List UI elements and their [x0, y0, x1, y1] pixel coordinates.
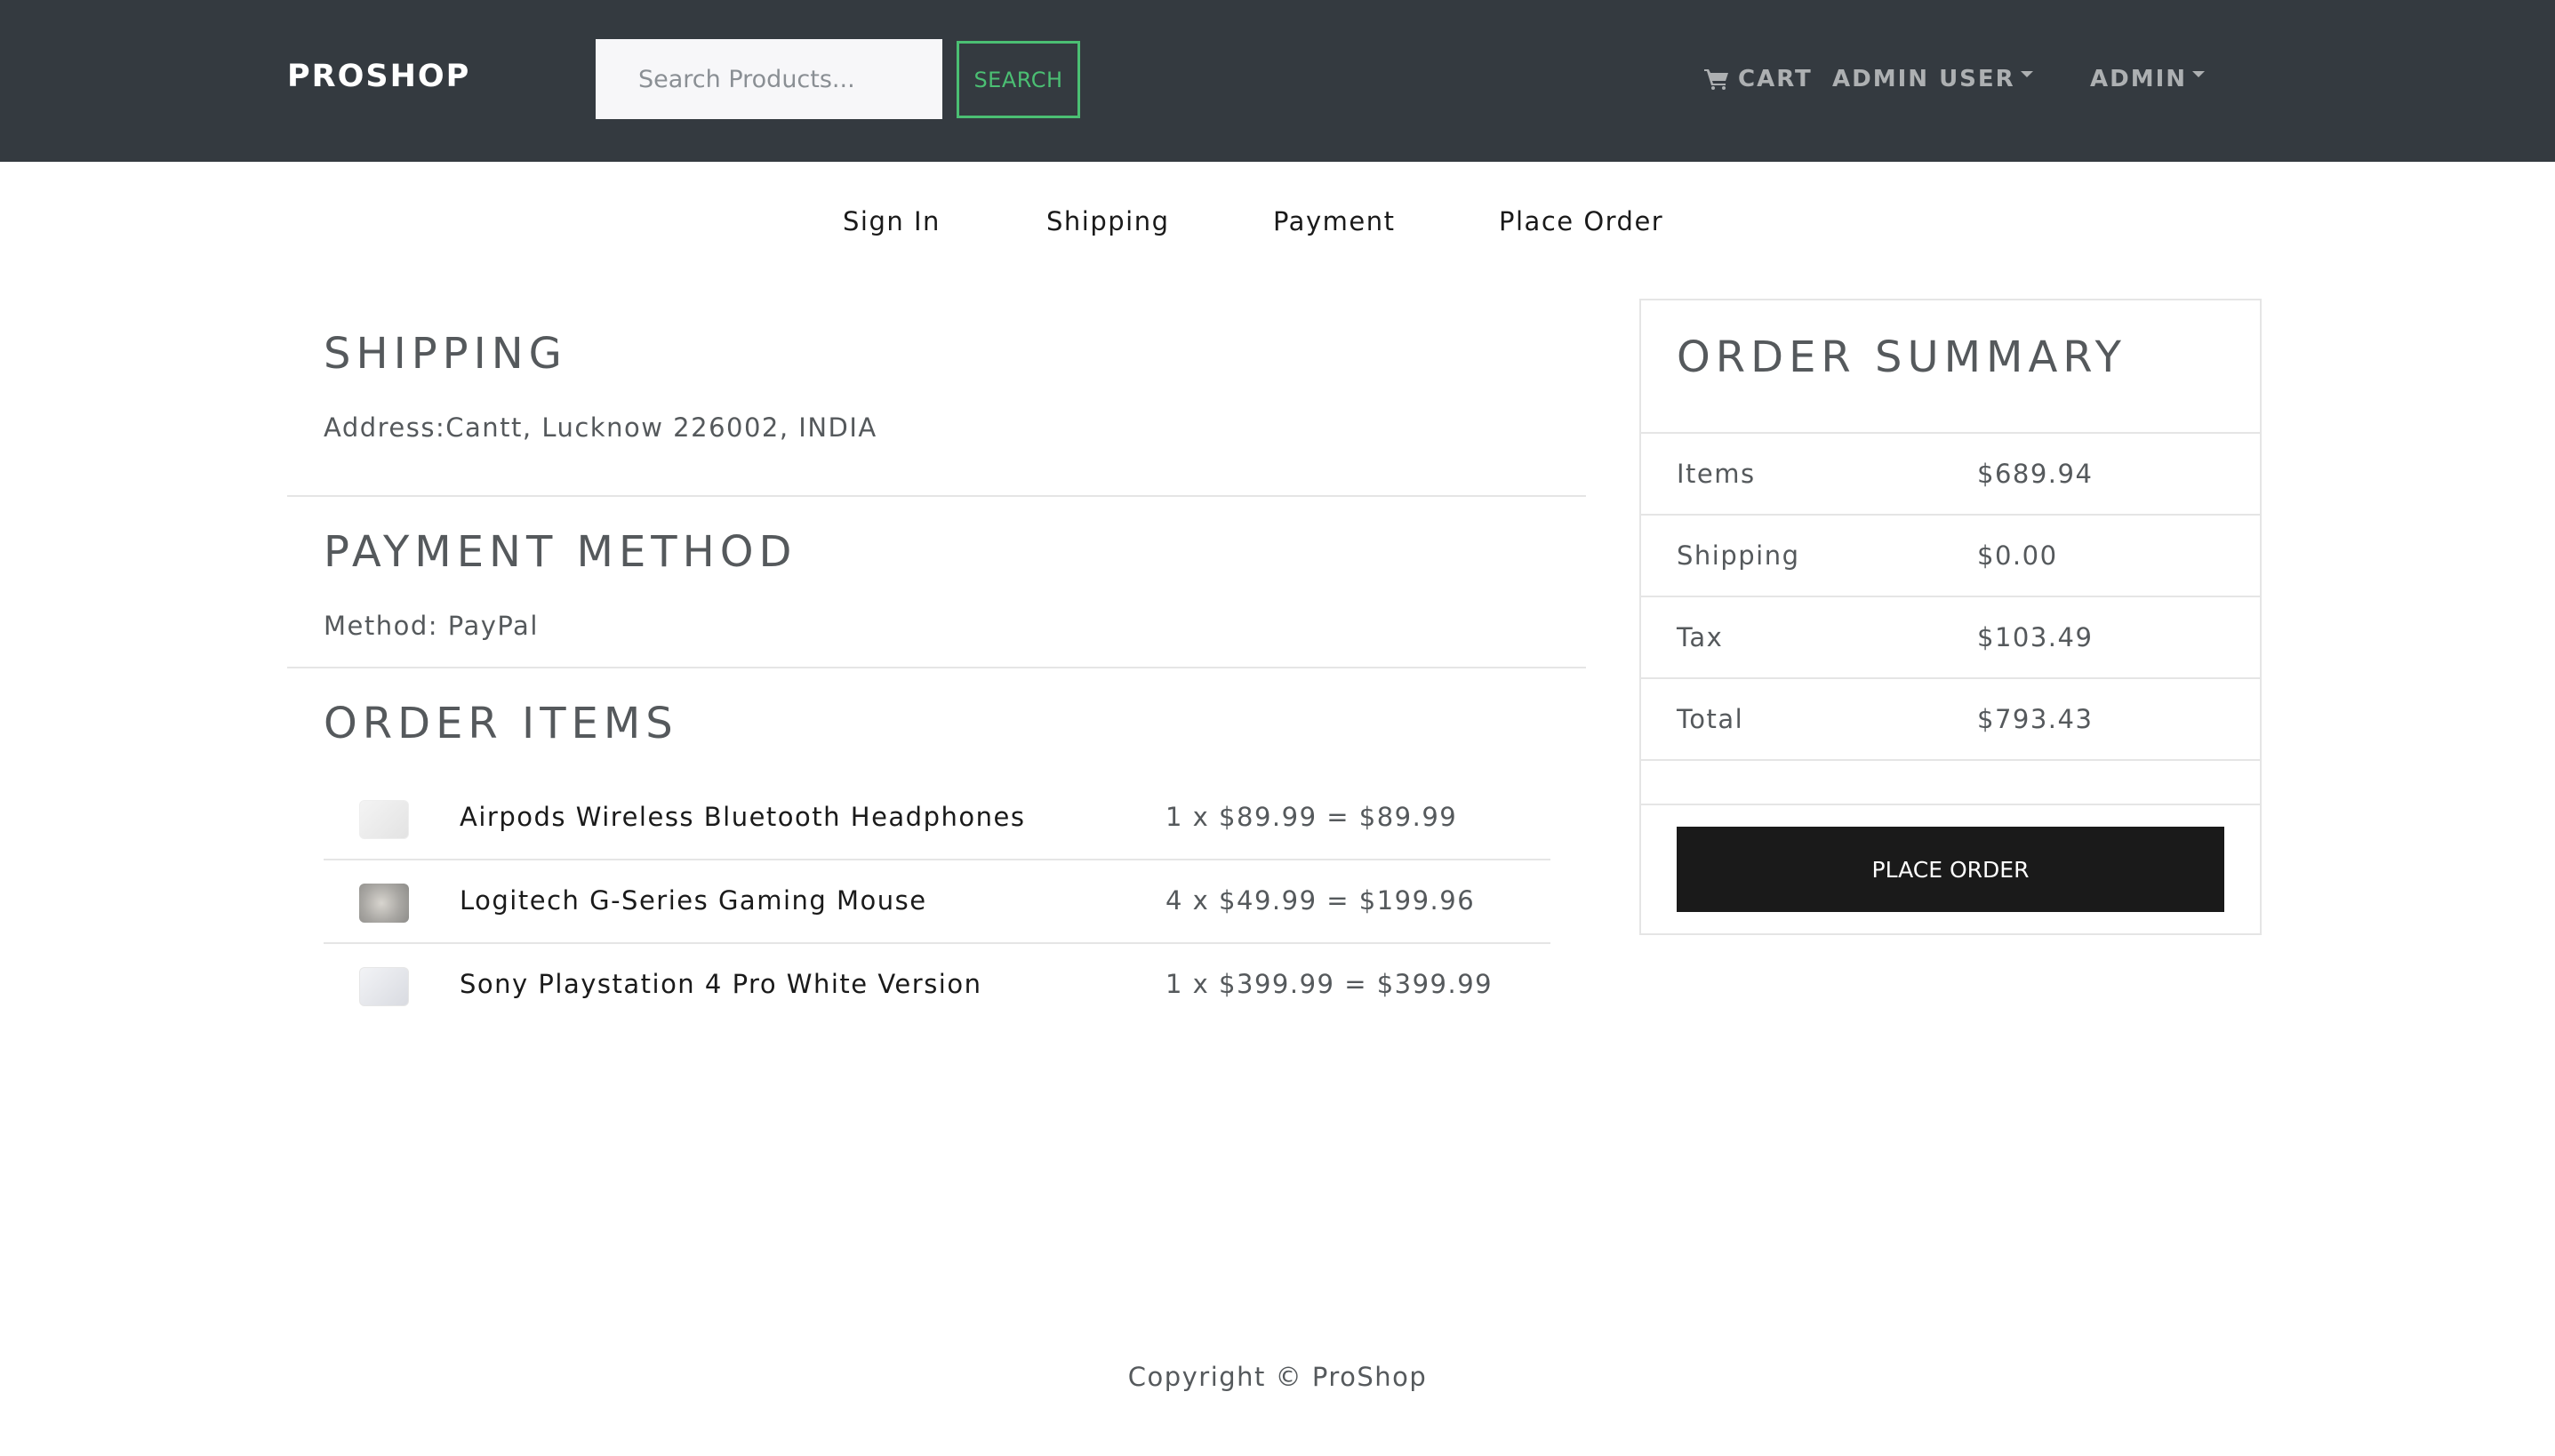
brand-logo[interactable]: PROSHOP — [287, 59, 470, 94]
product-image — [359, 967, 409, 1006]
item-price-line: 4 x $49.99 = $199.96 — [1165, 885, 1476, 916]
admin-menu-dropdown[interactable]: ADMIN — [2090, 66, 2206, 92]
order-item: Logitech G-Series Gaming Mouse 4 x $49.9… — [324, 860, 1550, 944]
cart-label: CART — [1738, 66, 1813, 92]
product-name-link[interactable]: Airpods Wireless Bluetooth Headphones — [460, 802, 1025, 832]
summary-label: Items — [1677, 459, 1756, 489]
search-input[interactable] — [596, 39, 942, 119]
step-place-order[interactable]: Place Order — [1499, 206, 1663, 236]
summary-row-tax: Tax $103.49 — [1641, 596, 2260, 677]
user-menu-dropdown[interactable]: ADMIN USER — [1832, 66, 2033, 92]
product-name-link[interactable]: Sony Playstation 4 Pro White Version — [460, 969, 981, 999]
place-order-button[interactable]: PLACE ORDER — [1677, 827, 2224, 912]
footer-copyright: Copyright © ProShop — [1127, 1362, 1428, 1392]
shipping-address: Address:Cantt, Lucknow 226002, INDIA — [324, 412, 877, 443]
search-button[interactable]: SEARCH — [957, 41, 1080, 118]
step-sign-in[interactable]: Sign In — [843, 206, 941, 236]
summary-row-action: PLACE ORDER — [1641, 804, 2260, 935]
summary-value: $793.43 — [1977, 704, 2094, 734]
cart-link[interactable]: CART — [1704, 66, 1813, 92]
shipping-heading: SHIPPING — [324, 329, 567, 379]
shopping-cart-icon — [1704, 69, 1728, 90]
summary-value: $103.49 — [1977, 622, 2094, 652]
product-image — [359, 884, 409, 923]
divider — [287, 495, 1586, 497]
summary-row-empty — [1641, 759, 2260, 804]
step-shipping[interactable]: Shipping — [1046, 206, 1170, 236]
summary-label: Tax — [1677, 622, 1724, 652]
caret-down-icon — [2192, 70, 2206, 77]
admin-menu-label: ADMIN — [2090, 66, 2188, 92]
summary-row-items: Items $689.94 — [1641, 432, 2260, 514]
step-payment[interactable]: Payment — [1273, 206, 1395, 236]
top-navbar: PROSHOP SEARCH CART ADMIN USER ADMIN — [0, 0, 2555, 162]
summary-label: Shipping — [1677, 540, 1800, 571]
caret-down-icon — [2020, 70, 2033, 77]
product-name-link[interactable]: Logitech G-Series Gaming Mouse — [460, 885, 927, 916]
order-item: Airpods Wireless Bluetooth Headphones 1 … — [324, 777, 1550, 860]
item-price-line: 1 x $89.99 = $89.99 — [1165, 802, 1458, 832]
product-image — [359, 800, 409, 839]
divider — [287, 667, 1586, 668]
order-items-heading: ORDER ITEMS — [324, 699, 678, 748]
summary-label: Total — [1677, 704, 1744, 734]
order-summary-card: ORDER SUMMARY Items $689.94 Shipping $0.… — [1639, 299, 2262, 935]
payment-method-text: Method: PayPal — [324, 611, 539, 641]
payment-method-heading: PAYMENT METHOD — [324, 527, 797, 577]
order-summary-title: ORDER SUMMARY — [1677, 332, 2126, 382]
order-item: Sony Playstation 4 Pro White Version 1 x… — [324, 944, 1550, 1028]
user-menu-label: ADMIN USER — [1832, 66, 2015, 92]
summary-row-shipping: Shipping $0.00 — [1641, 514, 2260, 596]
summary-value: $689.94 — [1977, 459, 2094, 489]
item-price-line: 1 x $399.99 = $399.99 — [1165, 969, 1494, 999]
summary-row-total: Total $793.43 — [1641, 677, 2260, 759]
summary-value: $0.00 — [1977, 540, 2058, 571]
